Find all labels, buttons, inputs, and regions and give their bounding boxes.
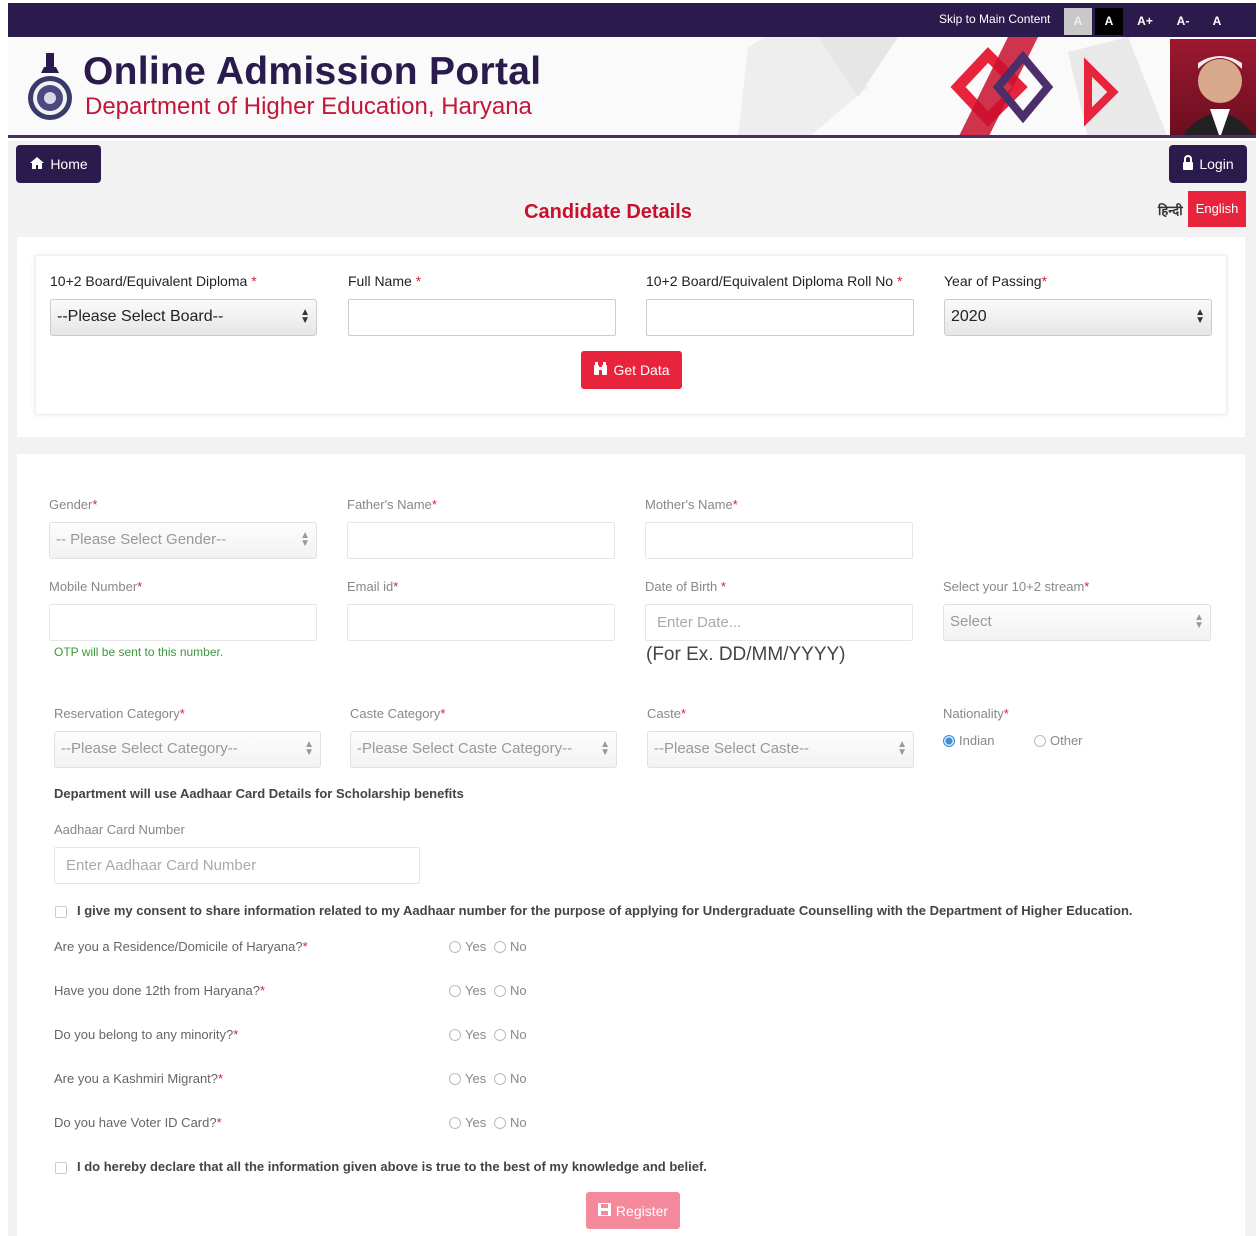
voterid-no-radio[interactable] <box>494 1117 506 1129</box>
question-domicile: Are you a Residence/Domicile of Haryana?… <box>54 939 308 954</box>
domicile-yes-radio[interactable] <box>449 941 461 953</box>
no-label: No <box>510 1071 527 1086</box>
caste-category-select[interactable]: -Please Select Caste Category-- ▲ ▼ <box>350 731 617 768</box>
english-language-button[interactable]: English <box>1188 191 1246 227</box>
mother-name-label: Mother's Name* <box>645 497 738 512</box>
nationality-indian-radio[interactable] <box>943 735 955 747</box>
caste-category-label: Caste Category* <box>350 706 446 721</box>
stream-select[interactable]: Select ▲ ▼ <box>943 604 1211 641</box>
login-label: Login <box>1199 156 1234 172</box>
header-decoration-graphic <box>738 37 1167 135</box>
minority-yes-radio[interactable] <box>449 1029 461 1041</box>
nationality-label: Nationality* <box>943 706 1009 721</box>
skip-to-main-link[interactable]: Skip to Main Content <box>939 12 1050 26</box>
dob-format-hint: (For Ex. DD/MM/YYYY) <box>646 644 846 665</box>
candidate-details-card: Gender* -- Please Select Gender-- ▲ ▼ Fath… <box>17 454 1245 1236</box>
board-lookup-panel: 10+2 Board/Equivalent Diploma * --Please… <box>35 255 1227 415</box>
domicile-no-radio[interactable] <box>494 941 506 953</box>
aadhaar-input[interactable]: Enter Aadhaar Card Number <box>54 847 420 884</box>
home-label: Home <box>50 156 88 172</box>
nationality-other-label: Other <box>1050 733 1083 748</box>
caste-label: Caste* <box>647 706 687 721</box>
nationality-indian-label: Indian <box>959 733 995 748</box>
father-name-input[interactable] <box>347 522 615 559</box>
home-icon <box>29 156 45 173</box>
font-reset-button[interactable]: A <box>1203 8 1231 35</box>
main-content: Home Login Candidate Details हिन्दी Engl… <box>8 141 1256 1236</box>
email-input[interactable] <box>347 604 615 641</box>
aadhaar-consent-text: I give my consent to share information r… <box>77 903 1133 918</box>
gender-label: Gender* <box>49 497 98 512</box>
font-decrease-button[interactable]: A- <box>1169 8 1197 35</box>
full-name-input[interactable] <box>348 299 616 336</box>
board-label: 10+2 Board/Equivalent Diploma * <box>50 273 257 289</box>
yes-label: Yes <box>465 1071 487 1086</box>
board-select[interactable]: --Please Select Board-- ▲ ▼ <box>50 299 317 336</box>
kashmiri-yes-radio[interactable] <box>449 1073 461 1085</box>
aadhaar-label: Aadhaar Card Number <box>54 822 185 837</box>
minority-no-radio[interactable] <box>494 1029 506 1041</box>
yes-label: Yes <box>465 1115 487 1130</box>
binoculars-icon <box>593 362 608 378</box>
question-kashmiri-migrant: Are you a Kashmiri Migrant?* <box>54 1071 224 1086</box>
reservation-category-select[interactable]: --Please Select Category-- ▲ ▼ <box>54 731 321 768</box>
register-label: Register <box>615 1202 669 1219</box>
reservation-category-label: Reservation Category* <box>54 706 185 721</box>
no-label: No <box>510 983 527 998</box>
father-name-label: Father's Name* <box>347 497 437 512</box>
roll-no-input[interactable] <box>646 299 914 336</box>
no-label: No <box>510 1027 527 1042</box>
caste-select[interactable]: --Please Select Caste-- ▲ ▼ <box>647 731 914 768</box>
font-increase-button[interactable]: A+ <box>1131 8 1159 35</box>
font-contrast-light-button[interactable]: A <box>1064 8 1092 35</box>
declaration-text: I do hereby declare that all the informa… <box>77 1159 707 1174</box>
lock-icon <box>1182 155 1194 173</box>
site-header: Online Admission Portal Department of Hi… <box>8 37 1256 138</box>
year-of-passing-label: Year of Passing* <box>944 273 1048 289</box>
haryana12-yes-radio[interactable] <box>449 985 461 997</box>
get-data-button[interactable]: Get Data <box>581 351 682 389</box>
aadhaar-notice: Department will use Aadhaar Card Details… <box>54 786 464 801</box>
login-button[interactable]: Login <box>1169 145 1247 183</box>
font-contrast-dark-button[interactable]: A <box>1095 8 1123 35</box>
portal-title: Online Admission Portal <box>83 50 542 93</box>
question-minority: Do you belong to any minority?* <box>54 1027 239 1042</box>
yes-label: Yes <box>465 939 487 954</box>
nationality-other-radio[interactable] <box>1034 735 1046 747</box>
question-voter-id: Do you have Voter ID Card?* <box>54 1115 222 1130</box>
stream-label: Select your 10+2 stream* <box>943 579 1090 594</box>
dob-label: Date of Birth * <box>645 579 726 594</box>
gender-select[interactable]: -- Please Select Gender-- ▲ ▼ <box>49 522 317 559</box>
board-lookup-card: 10+2 Board/Equivalent Diploma * --Please… <box>17 237 1245 437</box>
chief-minister-photo <box>1170 39 1256 135</box>
no-label: No <box>510 1115 527 1130</box>
yes-label: Yes <box>465 1027 487 1042</box>
mobile-number-label: Mobile Number* <box>49 579 143 594</box>
haryana-emblem-logo <box>28 53 72 120</box>
otp-note: OTP will be sent to this number. <box>54 645 224 659</box>
no-label: No <box>510 939 527 954</box>
hindi-language-link[interactable]: हिन्दी <box>1158 201 1183 219</box>
page-title: Candidate Details <box>524 201 692 223</box>
mother-name-input[interactable] <box>645 522 913 559</box>
portal-subtitle: Department of Higher Education, Haryana <box>85 93 532 120</box>
accessibility-bar: Skip to Main Content A A A+ A- A <box>8 3 1256 37</box>
mobile-number-input[interactable] <box>49 604 317 641</box>
voterid-yes-radio[interactable] <box>449 1117 461 1129</box>
aadhaar-consent-checkbox[interactable] <box>55 906 67 918</box>
kashmiri-no-radio[interactable] <box>494 1073 506 1085</box>
haryana12-no-radio[interactable] <box>494 985 506 997</box>
roll-no-label: 10+2 Board/Equivalent Diploma Roll No * <box>646 273 903 289</box>
yes-label: Yes <box>465 983 487 998</box>
save-icon <box>597 1202 611 1219</box>
full-name-label: Full Name * <box>348 273 422 289</box>
email-label: Email id* <box>347 579 399 594</box>
register-button[interactable]: Register <box>586 1192 680 1229</box>
year-of-passing-select[interactable]: 2020 ▲ ▼ <box>944 299 1212 336</box>
get-data-label: Get Data <box>613 362 670 378</box>
dob-input[interactable]: Enter Date... <box>645 604 913 641</box>
home-button[interactable]: Home <box>16 145 101 183</box>
declaration-checkbox[interactable] <box>55 1162 67 1174</box>
question-12th-haryana: Have you done 12th from Haryana?* <box>54 983 266 998</box>
